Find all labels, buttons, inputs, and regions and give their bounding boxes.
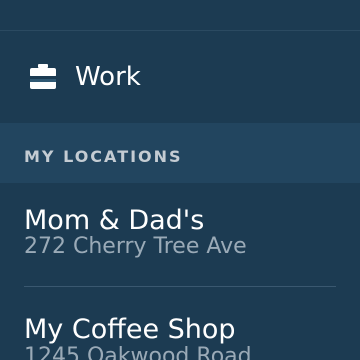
work-label: Work [75,62,141,92]
location-address: 1245 Oakwood Road [24,344,252,360]
section-header-label: MY LOCATIONS [24,147,183,166]
briefcase-icon [30,64,56,89]
work-menu-item[interactable]: Work [0,31,360,123]
my-locations-section-header: MY LOCATIONS [0,123,360,183]
locations-screen: Work MY LOCATIONS Mom & Dad's 272 Cherry… [0,0,360,360]
location-name: My Coffee Shop [24,314,236,345]
location-item-coffee-shop[interactable]: My Coffee Shop 1245 Oakwood Road [0,287,360,360]
location-address: 272 Cherry Tree Ave [24,234,247,259]
location-item-mom-dad[interactable]: Mom & Dad's 272 Cherry Tree Ave [0,183,360,286]
